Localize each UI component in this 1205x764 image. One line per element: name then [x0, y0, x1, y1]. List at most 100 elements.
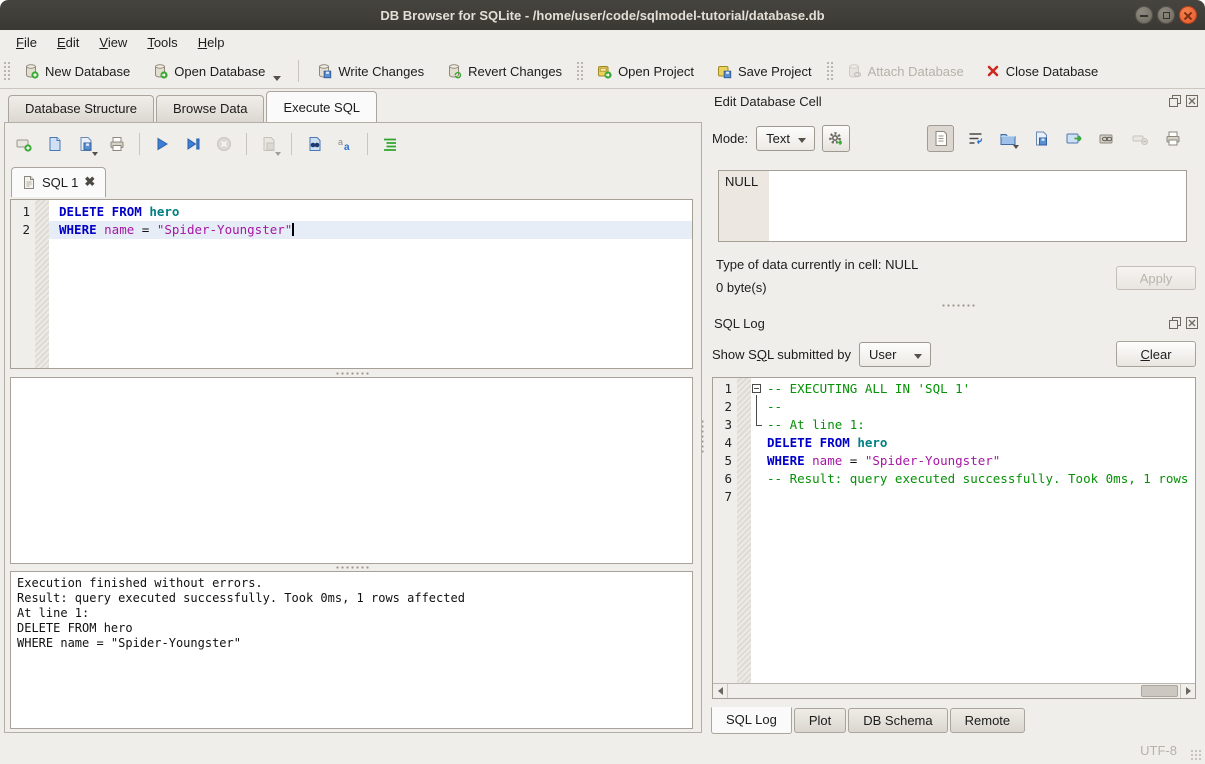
tab-sql-log[interactable]: SQL Log [711, 707, 792, 734]
project-save-icon [716, 63, 732, 79]
sql-editor[interactable]: 1DELETE FROM hero2WHERE name = "Spider-Y… [10, 199, 693, 369]
database-plus-icon [23, 63, 39, 79]
sql-file-tab-bar: SQL 1 ✖ [11, 167, 106, 197]
cell-edit-icons [927, 123, 1185, 153]
mode-select[interactable]: Text [756, 126, 815, 151]
open-sql-file-button[interactable] [42, 131, 68, 157]
apply-mode-button[interactable] [822, 125, 850, 152]
open-project-button[interactable]: Open Project [585, 56, 705, 86]
execute-line-button[interactable] [180, 131, 206, 157]
execution-message-pane[interactable]: Execution finished without errors.Result… [10, 571, 693, 729]
minimize-button[interactable] [1135, 6, 1153, 24]
new-database-button[interactable]: New Database [12, 56, 141, 86]
window-controls [1135, 6, 1197, 24]
print-cell-icon[interactable] [1161, 126, 1185, 150]
maximize-button[interactable] [1157, 6, 1175, 24]
save-project-button[interactable]: Save Project [705, 56, 823, 86]
open-database-button[interactable]: Open Database [141, 56, 292, 86]
dock-tab-bar: SQL Log Plot DB Schema Remote [711, 708, 1025, 734]
edit-cell-title: Edit Database Cell [714, 94, 1168, 109]
copy-link-icon[interactable] [1095, 126, 1119, 150]
database-attach-icon [846, 63, 862, 79]
dock-close-icon[interactable] [1185, 94, 1199, 108]
cell-type-info: Type of data currently in cell: NULL [716, 257, 918, 272]
toolbar-grip[interactable] [825, 60, 833, 82]
sql-toolbar-separator [367, 133, 368, 155]
find-replace-button[interactable] [301, 131, 327, 157]
submitted-by-select[interactable]: User [859, 342, 931, 367]
main-tab-bar: Database Structure Browse Data Execute S… [8, 91, 379, 122]
tab-remote[interactable]: Remote [950, 708, 1026, 733]
results-grid[interactable] [10, 377, 693, 564]
filter-label: Show SQL submitted by [712, 347, 851, 362]
save-sql-file-button[interactable] [73, 131, 99, 157]
close-button[interactable] [1179, 6, 1197, 24]
menu-view[interactable]: View [89, 33, 137, 52]
sql-toolbar-separator [246, 133, 247, 155]
menu-tools[interactable]: Tools [137, 33, 187, 52]
left-pane: Database Structure Browse Data Execute S… [0, 89, 706, 737]
toolbar-grip[interactable] [2, 60, 10, 82]
open-external-icon[interactable] [1062, 126, 1086, 150]
execute-all-button[interactable] [149, 131, 175, 157]
attach-database-button: Attach Database [835, 56, 975, 86]
text-mode-icon[interactable] [927, 125, 954, 152]
menu-file[interactable]: File [6, 33, 47, 52]
cell-value-editor[interactable]: NULL [718, 170, 1187, 242]
tab-execute-sql[interactable]: Execute SQL [266, 91, 377, 122]
sql-log-view[interactable]: 1-- EXECUTING ALL IN 'SQL 1'2--3-- At li… [712, 377, 1196, 699]
save-sql-dropdown-icon[interactable] [92, 152, 98, 156]
write-changes-button[interactable]: Write Changes [305, 56, 435, 86]
encoding-indicator[interactable]: UTF-8 [1140, 743, 1177, 758]
scrollbar-thumb[interactable] [1141, 685, 1178, 697]
close-database-button[interactable]: Close Database [975, 56, 1110, 86]
tab-database-structure[interactable]: Database Structure [8, 95, 154, 122]
code-line: 2-- [713, 398, 1195, 416]
database-revert-icon [446, 63, 462, 79]
scroll-left-arrow[interactable] [713, 684, 728, 698]
set-null-icon [1128, 126, 1152, 150]
dock-float-icon[interactable] [1168, 94, 1182, 108]
export-file-icon[interactable] [1029, 126, 1053, 150]
close-tab-icon[interactable]: ✖ [84, 174, 95, 190]
edit-cell-dock-header: Edit Database Cell [714, 92, 1199, 110]
horizontal-scrollbar[interactable] [713, 683, 1195, 698]
sql-file-tab[interactable]: SQL 1 ✖ [11, 167, 106, 197]
code-line: 5WHERE name = "Spider-Youngster" [713, 452, 1195, 470]
splitter-handle[interactable] [335, 371, 369, 376]
cell-value: NULL [725, 174, 758, 189]
open-database-dropdown-icon[interactable] [273, 76, 281, 81]
statusbar: UTF-8 [0, 737, 1205, 764]
print-button[interactable] [104, 131, 130, 157]
right-pane: Edit Database Cell Mode: Text [706, 89, 1205, 737]
format-sql-button[interactable] [377, 131, 403, 157]
code-line: 6-- Result: query executed successfully.… [713, 470, 1195, 488]
menu-edit[interactable]: Edit [47, 33, 89, 52]
tab-db-schema[interactable]: DB Schema [848, 708, 947, 733]
resize-grip[interactable] [1190, 749, 1203, 762]
dock-splitter-handle[interactable] [941, 303, 975, 308]
revert-changes-button[interactable]: Revert Changes [435, 56, 573, 86]
import-file-icon[interactable] [996, 126, 1020, 150]
main-toolbar: New Database Open Database Write Changes… [0, 54, 1205, 89]
titlebar[interactable]: DB Browser for SQLite - /home/user/code/… [0, 0, 1205, 30]
clear-log-button[interactable]: Clear [1116, 341, 1196, 367]
toolbar-grip[interactable] [575, 60, 583, 82]
database-open-icon [152, 63, 168, 79]
scroll-right-arrow[interactable] [1180, 684, 1195, 698]
tab-plot[interactable]: Plot [794, 708, 846, 733]
new-sql-tab-button[interactable] [11, 131, 37, 157]
tab-browse-data[interactable]: Browse Data [156, 95, 264, 122]
import-dropdown-icon[interactable] [1013, 145, 1019, 149]
dock-close-icon[interactable] [1185, 316, 1199, 330]
menu-help[interactable]: Help [188, 33, 235, 52]
autocomplete-button[interactable]: aa [332, 131, 358, 157]
svg-text:a: a [338, 137, 343, 147]
app-window: DB Browser for SQLite - /home/user/code/… [0, 0, 1205, 764]
splitter-handle[interactable] [335, 565, 369, 570]
mode-label: Mode: [712, 131, 748, 146]
save-results-button [256, 131, 282, 157]
menubar: File Edit View Tools Help [0, 30, 1205, 54]
word-wrap-icon[interactable] [963, 126, 987, 150]
dock-float-icon[interactable] [1168, 316, 1182, 330]
